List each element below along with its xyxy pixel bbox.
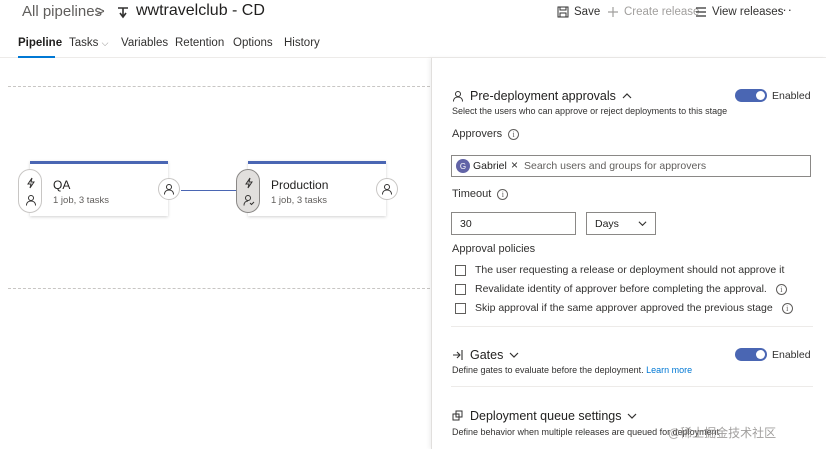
create-release-label: Create release <box>624 6 700 18</box>
watermark: @稀土掘金技术社区 <box>668 426 777 440</box>
info-icon[interactable]: i <box>781 302 793 314</box>
info-icon[interactable]: i <box>508 128 520 140</box>
approvers-search-input[interactable]: Search users and groups for approvers <box>524 160 706 172</box>
checkbox[interactable] <box>455 264 466 276</box>
pipeline-title: wwtravelclub - CD <box>136 2 265 19</box>
policy-skip-same-approver[interactable]: Skip approval if the same approver appro… <box>455 302 793 314</box>
section-divider <box>451 386 813 387</box>
timeout-label-row: Timeout i <box>452 188 509 200</box>
policy-label: Revalidate identity of approver before c… <box>475 283 767 295</box>
policy-requester-cannot-approve[interactable]: The user requesting a release or deploym… <box>455 264 784 276</box>
tab-tasks-label: Tasks <box>69 37 99 49</box>
info-icon[interactable]: i <box>497 188 509 200</box>
avatar: G <box>456 159 470 173</box>
gates-description: Define gates to evaluate before the depl… <box>452 365 644 375</box>
stage-card-qa[interactable] <box>30 161 168 216</box>
deployment-queue-settings-title: Deployment queue settings <box>470 409 622 423</box>
person-icon <box>382 184 392 195</box>
timeout-unit: Days <box>595 218 619 230</box>
section-divider <box>451 326 813 327</box>
tab-history[interactable]: History <box>284 37 320 49</box>
stage-name-qa: QA <box>53 178 71 192</box>
add-icon <box>608 7 618 17</box>
tab-retention[interactable]: Retention <box>175 37 224 49</box>
info-icon[interactable]: i <box>775 283 787 295</box>
create-release-button[interactable]: Create release <box>607 6 699 18</box>
chevron-up-icon <box>622 93 632 99</box>
timeout-value-input[interactable]: 30 <box>451 212 576 235</box>
chevron-down-icon: ⌵ <box>101 38 109 48</box>
post-deployment-approvals-production[interactable] <box>376 178 398 200</box>
checkbox[interactable] <box>455 302 466 314</box>
chevron-down-icon <box>628 413 637 419</box>
view-releases-button[interactable]: View releases <box>695 6 783 18</box>
gates-toggle-label: Enabled <box>772 349 811 361</box>
stage-summary-production[interactable]: 1 job, 3 tasks <box>271 195 327 206</box>
save-icon <box>557 6 569 18</box>
queue-settings-icon <box>452 410 463 421</box>
lightning-icon <box>245 177 253 189</box>
stage-summary-qa[interactable]: 1 job, 3 tasks <box>53 195 109 206</box>
pre-deployment-approvals-toggle-label: Enabled <box>772 90 811 102</box>
remove-approver-icon[interactable]: × <box>511 158 518 172</box>
pre-deployment-approvals-title: Pre-deployment approvals <box>470 89 616 103</box>
stage-connector <box>181 190 237 191</box>
deployment-queue-settings-header[interactable]: Deployment queue settings <box>452 409 637 423</box>
stage-name-production: Production <box>271 178 329 192</box>
more-options-icon[interactable]: ··· <box>777 2 793 17</box>
policy-label: The user requesting a release or deploym… <box>475 264 785 276</box>
pre-deployment-conditions-qa[interactable] <box>18 169 42 213</box>
approvers-label: Approvers <box>452 128 503 140</box>
gate-icon <box>453 350 463 360</box>
pre-deployment-approvals-header[interactable]: Pre-deployment approvals <box>452 89 632 103</box>
chevron-down-icon <box>509 352 519 358</box>
save-label: Save <box>574 6 601 18</box>
save-button[interactable]: Save <box>557 6 600 18</box>
chevron-down-icon <box>638 221 647 227</box>
gates-title: Gates <box>470 348 504 362</box>
timeout-label: Timeout <box>452 188 492 200</box>
person-icon <box>453 91 463 102</box>
tab-variables[interactable]: Variables <box>121 37 168 49</box>
release-pipeline-icon <box>118 7 128 19</box>
approvers-picker[interactable]: G Gabriel × Search users and groups for … <box>451 155 811 177</box>
policy-label: Skip approval if the same approver appro… <box>475 302 773 314</box>
checkbox[interactable] <box>455 283 466 295</box>
pre-deployment-conditions-production[interactable] <box>236 169 260 213</box>
gates-description-row: Define gates to evaluate before the depl… <box>452 365 692 375</box>
person-check-icon <box>243 195 255 206</box>
list-icon <box>696 7 706 17</box>
approval-policies-label: Approval policies <box>452 243 536 255</box>
learn-more-link[interactable]: Learn more <box>646 365 692 375</box>
view-releases-label: View releases <box>712 6 784 18</box>
approvers-label-row: Approvers i <box>452 128 520 140</box>
pre-deployment-approvals-description: Select the users who can approve or reje… <box>452 106 728 116</box>
gates-toggle[interactable] <box>735 348 767 361</box>
lightning-icon <box>27 177 35 189</box>
post-deployment-approvals-qa[interactable] <box>158 178 180 200</box>
timeout-unit-dropdown[interactable]: Days <box>586 212 656 235</box>
approver-chip-name: Gabriel <box>473 160 507 172</box>
policy-revalidate-identity[interactable]: Revalidate identity of approver before c… <box>455 283 787 295</box>
tab-pipeline[interactable]: Pipeline <box>18 37 62 49</box>
gates-header[interactable]: Gates <box>452 348 519 362</box>
tab-options[interactable]: Options <box>233 37 273 49</box>
header: All pipelines > wwtravelclub - CD Save C… <box>0 0 826 28</box>
canvas-divider-bottom <box>8 288 430 289</box>
person-icon <box>26 195 36 206</box>
timeout-value: 30 <box>460 218 472 230</box>
tab-bar: Pipeline Tasks ⌵ Variables Retention Opt… <box>0 30 826 58</box>
canvas-divider-top <box>8 86 430 87</box>
person-icon <box>164 184 174 195</box>
breadcrumb-all-pipelines[interactable]: All pipelines <box>22 3 102 20</box>
pre-deployment-approvals-toggle[interactable] <box>735 89 767 102</box>
breadcrumb-separator: > <box>96 3 105 20</box>
pipeline-canvas[interactable]: QA 1 job, 3 tasks Production 1 job, 3 ta… <box>0 58 430 449</box>
tab-tasks[interactable]: Tasks ⌵ <box>69 37 108 49</box>
